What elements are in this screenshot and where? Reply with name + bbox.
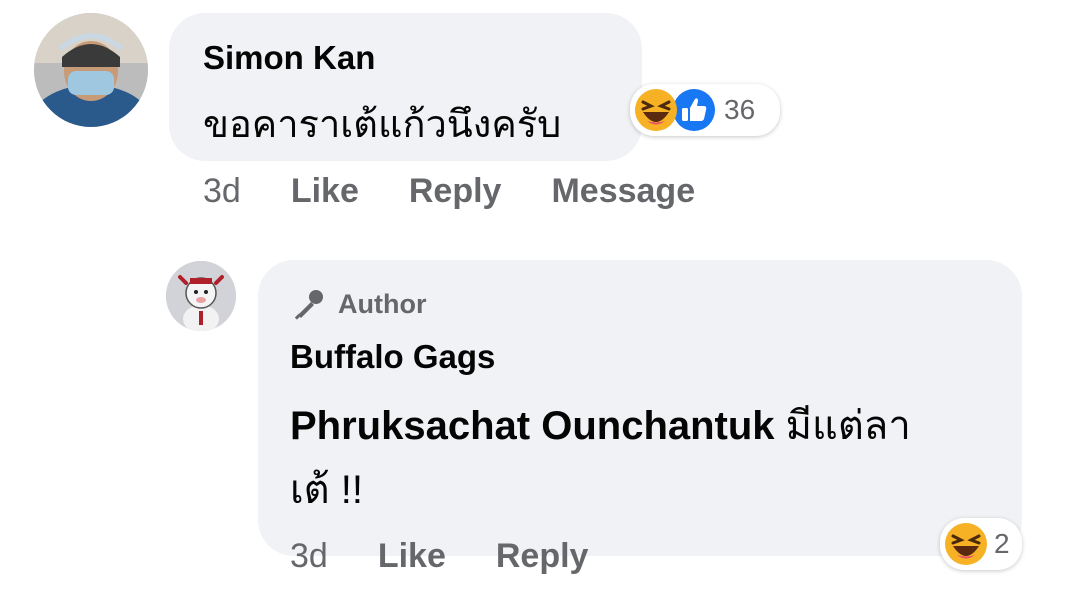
like-button[interactable]: Like bbox=[291, 172, 359, 211]
comment-text: ขอคาราเต้แก้วนึงครับ bbox=[203, 104, 562, 146]
comment-text-line1: มีแต่ลา bbox=[774, 404, 911, 448]
comment-author[interactable]: Simon Kan bbox=[203, 39, 375, 77]
reply-buffalo-gags: Author Buffalo Gags Phruksachat Ounchant… bbox=[0, 230, 1080, 600]
badge-label: Author bbox=[338, 288, 427, 319]
reply-button[interactable]: Reply bbox=[409, 172, 502, 211]
comment-timestamp[interactable]: 3d bbox=[290, 537, 328, 576]
reaction-count: 2 bbox=[994, 528, 1010, 559]
user-photo-icon bbox=[34, 13, 148, 127]
comment-actions: 3d Like Reply bbox=[290, 537, 588, 576]
comment-author[interactable]: Buffalo Gags bbox=[290, 338, 495, 376]
reactions-summary[interactable]: 36 bbox=[630, 84, 780, 136]
reply-button[interactable]: Reply bbox=[496, 537, 589, 576]
laugh-emoji-icon bbox=[634, 88, 678, 132]
comment-bubble: Author Buffalo Gags Phruksachat Ounchant… bbox=[258, 260, 1022, 556]
message-button[interactable]: Message bbox=[551, 172, 695, 211]
reaction-count: 36 bbox=[724, 94, 756, 125]
like-thumb-icon bbox=[672, 88, 716, 132]
avatar[interactable] bbox=[34, 13, 148, 127]
buffalo-gags-logo-icon bbox=[166, 261, 236, 331]
comment-simon-kan: Simon Kan ขอคาราเต้แก้วนึงครับ 36 3d Lik… bbox=[0, 0, 1080, 230]
comment-bubble: Simon Kan ขอคาราเต้แก้วนึงครับ bbox=[169, 13, 642, 161]
comment-actions: 3d Like Reply Message bbox=[203, 172, 695, 211]
mention-link[interactable]: Phruksachat Ounchantuk bbox=[290, 404, 775, 448]
microphone-icon bbox=[294, 290, 323, 320]
avatar[interactable] bbox=[166, 261, 236, 331]
comment-text: Phruksachat Ounchantuk มีแต่ลา เต้ !! bbox=[290, 394, 1006, 522]
laugh-emoji-icon bbox=[944, 522, 988, 566]
like-button[interactable]: Like bbox=[378, 537, 446, 576]
comment-timestamp[interactable]: 3d bbox=[203, 172, 241, 211]
author-badge: Author bbox=[292, 287, 426, 321]
comment-text-line2: เต้ !! bbox=[290, 468, 363, 512]
reactions-summary[interactable]: 2 bbox=[940, 518, 1022, 570]
